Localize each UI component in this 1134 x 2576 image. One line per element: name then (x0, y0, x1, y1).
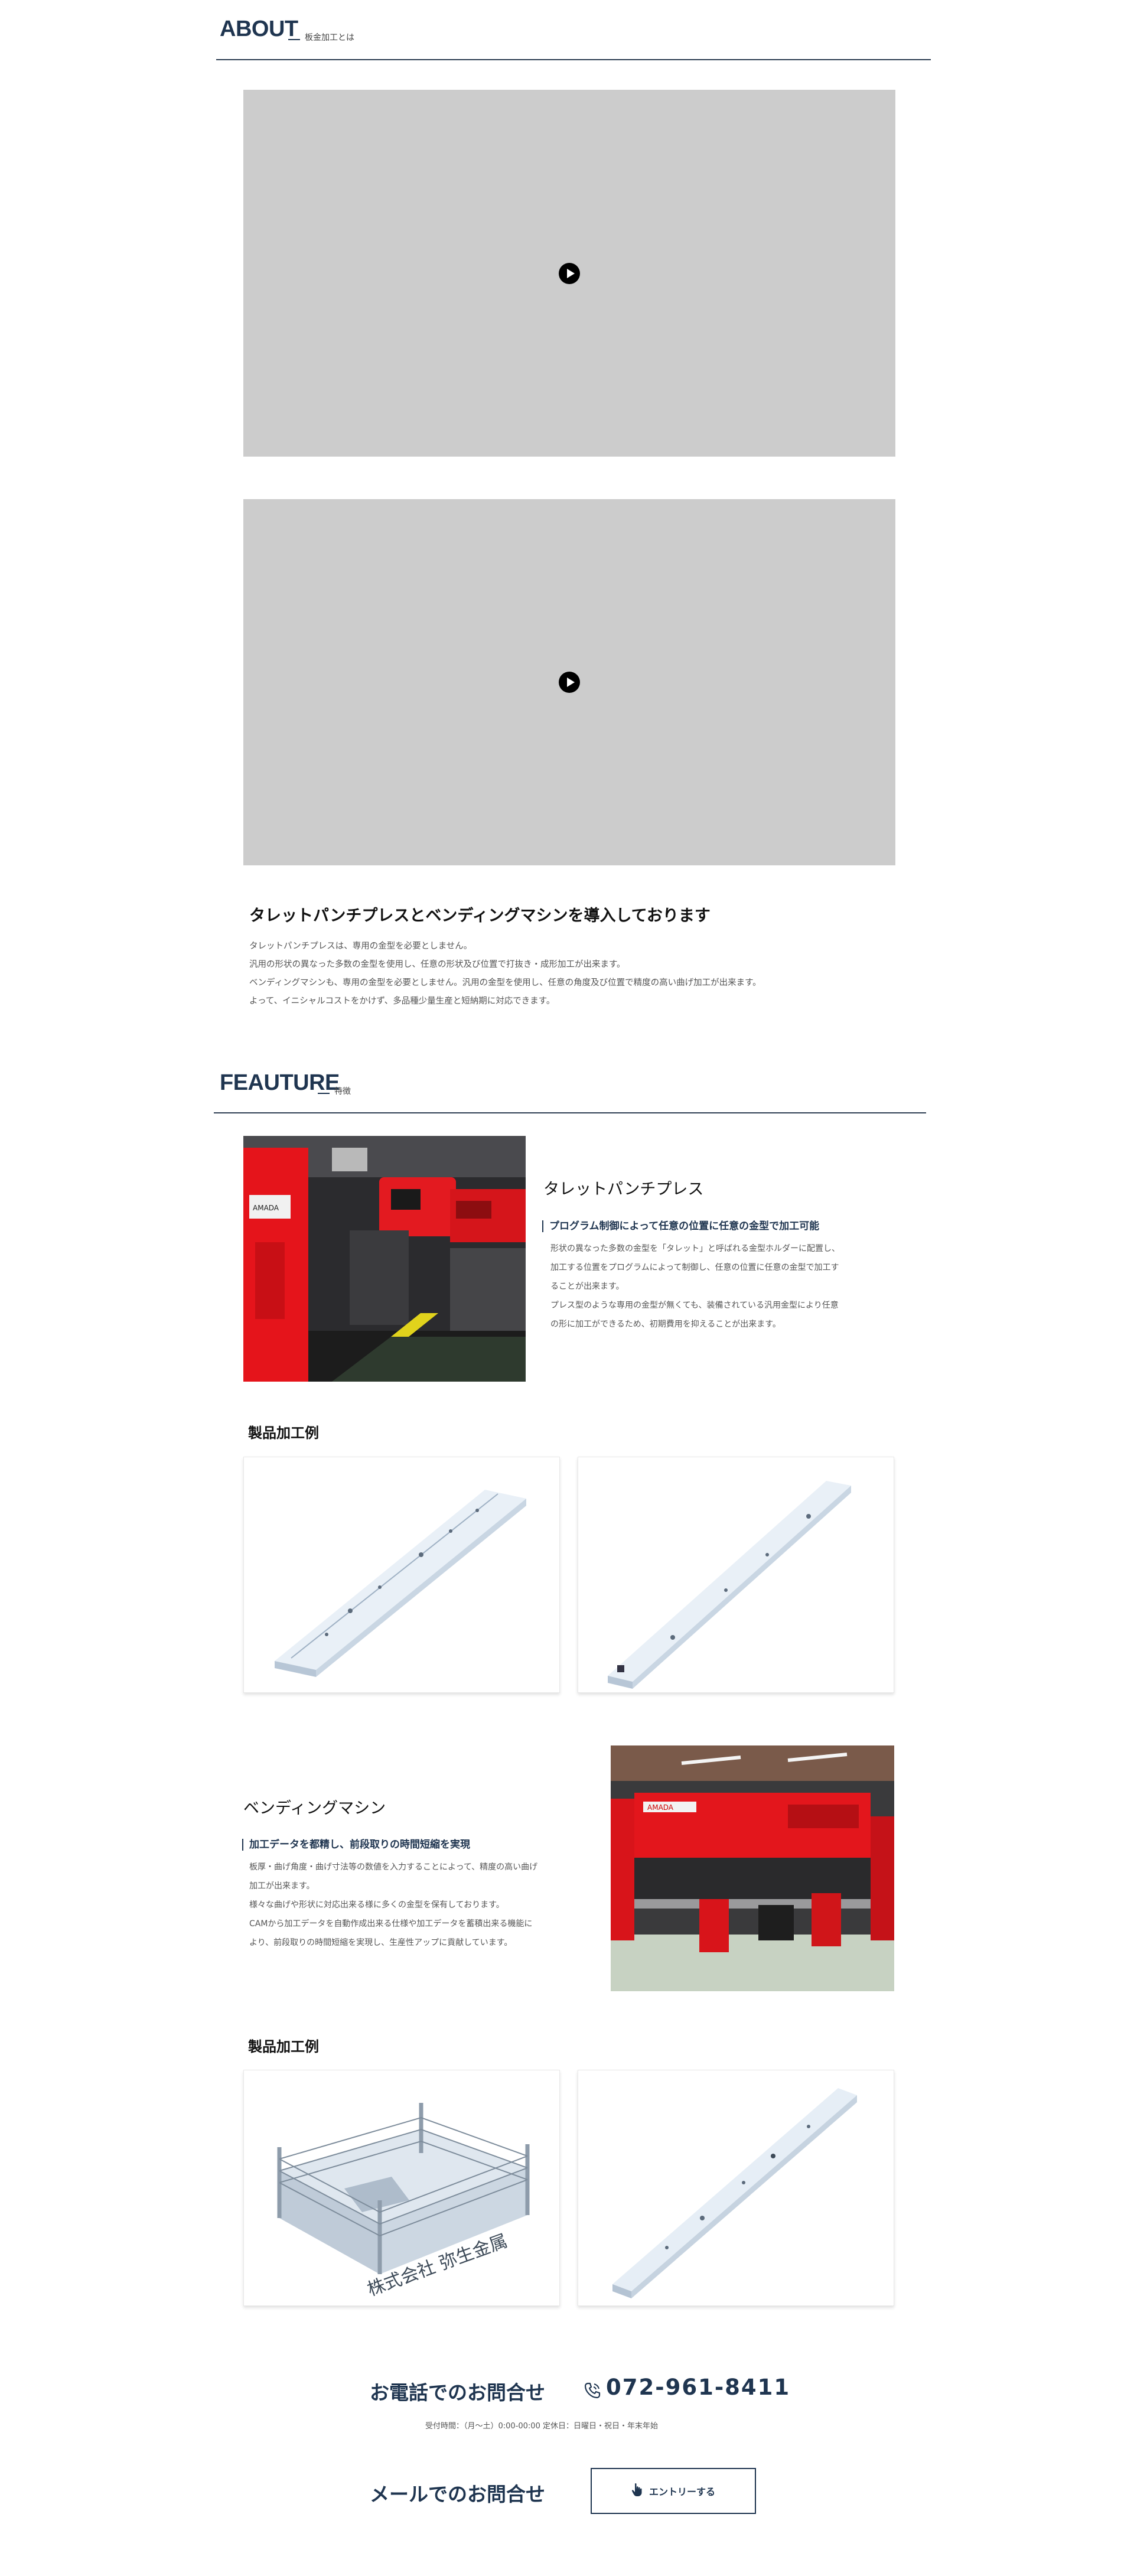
play-icon[interactable] (559, 672, 580, 693)
pointer-hand-icon (631, 2483, 643, 2499)
bending-subhead: 加工データを都精し、前段取りの時間短縮を実現 (242, 1839, 470, 1851)
product-image (608, 1481, 851, 1689)
about-title-dash (288, 39, 300, 40)
about-heading: タレットパンチプレスとベンディングマシンを導入しております (249, 907, 711, 925)
about-paragraph: 汎用の形状の異なった多数の金型を使用し、任意の形状及び位置で打抜き・成形加工が出… (249, 960, 625, 969)
examples-heading-2: 製品加工例 (248, 2038, 319, 2055)
about-divider (216, 59, 931, 60)
about-description: タレットパンチプレスは、専用の金型を必要としません。 汎用の形状の異なった多数の… (249, 937, 761, 1011)
product-image (275, 1490, 526, 1677)
business-hours: 受付時間：（月〜土）0:00-00:00 定休日：日曜日・祝日・年末年始 (425, 2422, 658, 2431)
product-card-4 (578, 2070, 894, 2306)
bending-line: CAMから加工データを自動作成出来る仕様や加工データを蓄積出来る機能に (249, 1919, 533, 1929)
entry-button[interactable]: エントリーする (591, 2468, 756, 2514)
turret-line: の形に加工ができるため、初期費用を抑えることが出来ます。 (550, 1320, 781, 1329)
bending-description: 板厚・曲げ角度・曲げ寸法等の数値を入力することによって、精度の高い曲げ 加工が出… (249, 1858, 537, 1952)
product-card-1 (243, 1457, 560, 1693)
product-image (612, 2088, 857, 2298)
svg-text:AMADA: AMADA (253, 1204, 279, 1212)
phone-number[interactable]: 072-961-8411 (606, 2375, 790, 2400)
product-card-2 (578, 1457, 894, 1693)
product-image: 株式会社 弥生金属 (277, 2103, 530, 2300)
feature-subtitle: 特徴 (334, 1087, 351, 1096)
about-paragraph: よって、イニシャルコストをかけず、多品種少量生産と短納期に対応できます。 (249, 996, 555, 1006)
turret-line: プレス型のような専用の金型が無くても、装備されている汎用金型により任意 (550, 1301, 839, 1310)
bending-title: ベンディングマシン (243, 1799, 386, 1818)
turret-subhead: プログラム制御によって任意の位置に任意の金型で加工可能 (542, 1220, 819, 1232)
bending-line: より、前段取りの時間短縮を実現し、生産性アップに貢献しています。 (249, 1938, 513, 1948)
video-player-1[interactable] (243, 90, 895, 457)
phone-inquiry-label: お電話でのお問合せ (370, 2381, 545, 2404)
turret-line: 形状の異なった多数の金型を「タレット」と呼ばれる金型ホルダーに配置し、 (550, 1244, 840, 1253)
product-card-3: 株式会社 弥生金属 (243, 2070, 560, 2306)
feature-title: FEAUTURE (220, 1070, 340, 1095)
feature-divider (214, 1112, 926, 1113)
about-subtitle: 板金加工とは (305, 33, 354, 43)
bending-line: 加工が出来ます。 (249, 1881, 315, 1891)
turret-punch-press-photo: AMADA (243, 1136, 526, 1382)
svg-text:AMADA: AMADA (647, 1803, 674, 1812)
turret-title: タレットパンチプレス (543, 1180, 704, 1199)
turret-line: ることが出来ます。 (550, 1282, 624, 1291)
feature-title-dash (318, 1093, 330, 1094)
turret-line: 加工する位置をプログラムによって制御し、任意の位置に任意の金型で加工す (550, 1263, 839, 1272)
about-title: ABOUT (220, 17, 298, 41)
about-paragraph: ベンディングマシンも、専用の金型を必要としません。汎用の金型を使用し、任意の角度… (249, 978, 761, 988)
video-player-2[interactable] (243, 499, 895, 865)
mail-inquiry-label: メールでのお問合せ (370, 2483, 545, 2506)
bending-line: 様々な曲げや形状に対応出来る様に多くの金型を保有しております。 (249, 1900, 504, 1910)
turret-description: 形状の異なった多数の金型を「タレット」と呼ばれる金型ホルダーに配置し、 加工する… (550, 1239, 840, 1334)
examples-heading-1: 製品加工例 (248, 1425, 319, 1441)
bending-line: 板厚・曲げ角度・曲げ寸法等の数値を入力することによって、精度の高い曲げ (249, 1862, 538, 1872)
entry-button-label: エントリーする (649, 2486, 715, 2497)
bending-machine-photo: AMADA (611, 1745, 894, 1991)
phone-icon (584, 2382, 601, 2399)
play-icon[interactable] (559, 263, 580, 284)
about-paragraph: タレットパンチプレスは、専用の金型を必要としません。 (249, 942, 472, 951)
